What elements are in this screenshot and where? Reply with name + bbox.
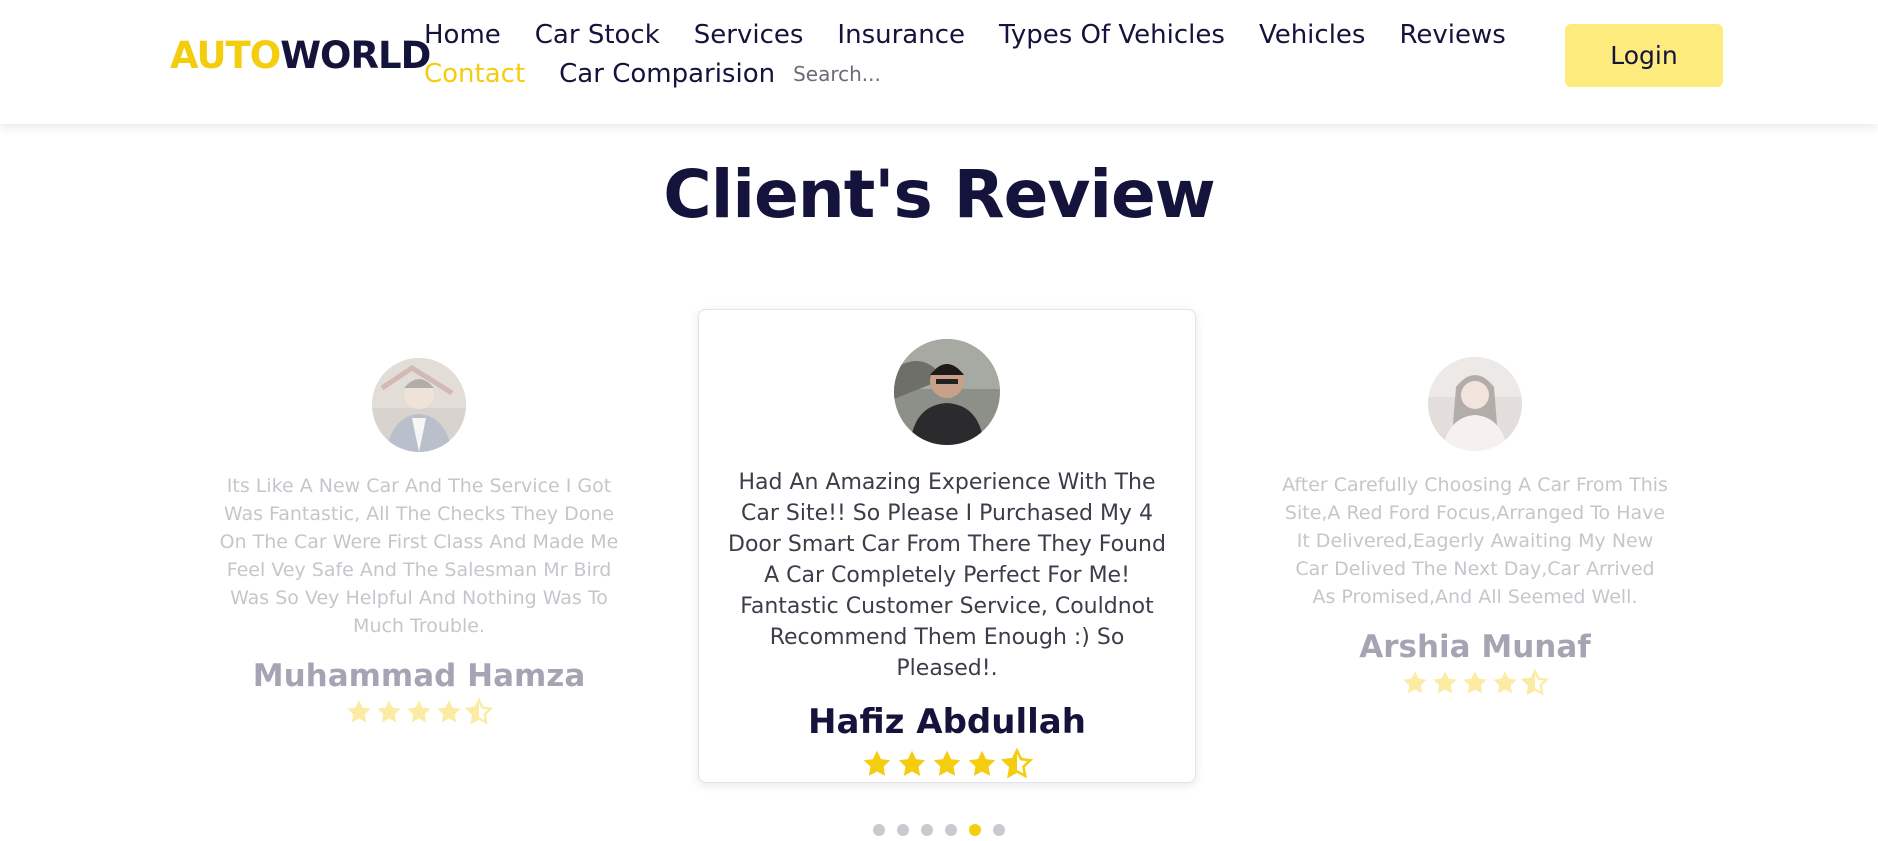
search-input[interactable]: [793, 62, 1014, 86]
star-icon: [933, 750, 961, 776]
nav-types-of-vehicles[interactable]: Types Of Vehicles: [999, 20, 1225, 50]
star-icon: [968, 750, 996, 776]
nav-home[interactable]: Home: [424, 20, 501, 50]
star-icon: [1493, 671, 1517, 694]
half-star-icon: [1521, 669, 1549, 696]
star-icon: [1463, 671, 1487, 694]
nav-reviews[interactable]: Reviews: [1399, 20, 1505, 50]
reviewer-name: Muhammad Hamza: [252, 658, 586, 694]
carousel-dot[interactable]: [921, 824, 933, 836]
carousel-dot[interactable]: [993, 824, 1005, 836]
review-card-left[interactable]: Its Like A New Car And The Service I Got…: [218, 358, 620, 726]
nav-car-stock[interactable]: Car Stock: [535, 20, 660, 50]
reviewer-avatar: [1428, 357, 1522, 451]
main-nav: Home Car Stock Services Insurance Types …: [424, 16, 1524, 94]
nav-row-2: Contact Car Comparision: [424, 54, 1524, 94]
star-rating: [218, 698, 620, 726]
nav-car-comparison[interactable]: Car Comparision: [559, 59, 775, 89]
carousel-dot[interactable]: [945, 824, 957, 836]
title-part-review: Review: [953, 156, 1216, 233]
reviewer-avatar: [894, 339, 1000, 445]
star-rating: [1272, 669, 1678, 697]
half-star-icon: [465, 698, 493, 725]
carousel-pagination: [0, 824, 1878, 836]
logo-part-world: WORLD: [280, 34, 431, 77]
review-quote: After Carefully Choosing A Car From This…: [1282, 474, 1668, 608]
site-logo[interactable]: AUTOWORLD: [170, 34, 431, 77]
carousel-dot-active[interactable]: [969, 824, 981, 836]
nav-services[interactable]: Services: [694, 20, 804, 50]
reviewer-name: Arshia Munaf: [1359, 629, 1591, 665]
star-icon: [863, 750, 891, 776]
review-quote: Had An Amazing Experience With The Car S…: [728, 470, 1166, 681]
site-header: AUTOWORLD Home Car Stock Services Insura…: [0, 0, 1878, 124]
login-button[interactable]: Login: [1565, 24, 1723, 87]
star-icon: [347, 700, 371, 723]
review-card-center[interactable]: Had An Amazing Experience With The Car S…: [698, 309, 1196, 783]
title-highlight: Review: [953, 156, 1216, 233]
logo-part-auto: AUTO: [170, 34, 281, 77]
reviewer-name: Hafiz Abdullah: [808, 702, 1086, 742]
title-part-clients: Client's: [663, 156, 932, 233]
nav-insurance[interactable]: Insurance: [837, 20, 965, 50]
nav-row-1: Home Car Stock Services Insurance Types …: [424, 16, 1524, 54]
carousel-dot[interactable]: [897, 824, 909, 836]
star-icon: [407, 700, 431, 723]
review-card-right[interactable]: After Carefully Choosing A Car From This…: [1272, 357, 1678, 697]
star-icon: [377, 700, 401, 723]
review-quote: Its Like A New Car And The Service I Got…: [219, 475, 619, 637]
star-icon: [1433, 671, 1457, 694]
nav-contact[interactable]: Contact: [424, 59, 525, 89]
star-icon: [898, 750, 926, 776]
nav-vehicles[interactable]: Vehicles: [1259, 20, 1366, 50]
star-icon: [1403, 671, 1427, 694]
star-icon: [437, 700, 461, 723]
section-title: Client's Review: [0, 156, 1878, 233]
reviewer-avatar: [372, 358, 466, 452]
carousel-dot[interactable]: [873, 824, 885, 836]
half-star-icon: [1001, 748, 1033, 779]
star-rating: [699, 748, 1195, 780]
